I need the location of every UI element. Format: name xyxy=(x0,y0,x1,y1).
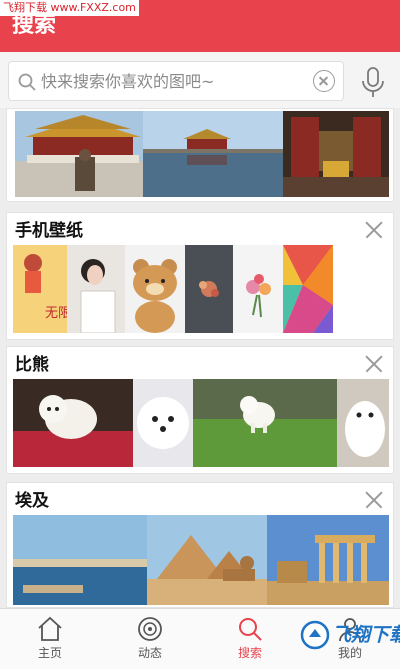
image-wallpaper-polygon[interactable] xyxy=(283,245,333,333)
image-card-partial xyxy=(6,108,394,202)
microphone-icon[interactable] xyxy=(358,66,388,98)
section-card-egypt: 埃及 xyxy=(6,482,394,608)
close-icon[interactable] xyxy=(365,355,383,373)
download-badge: 飞翔下载 xyxy=(300,612,400,656)
image-wallpaper-bear[interactable] xyxy=(125,245,185,333)
image-bichon-grass[interactable] xyxy=(193,379,337,467)
close-icon[interactable] xyxy=(365,491,383,509)
section-title: 比熊 xyxy=(15,355,49,375)
image-egypt-pyramids[interactable] xyxy=(147,515,267,605)
image-palace-hall[interactable] xyxy=(15,111,151,197)
nav-item-search[interactable]: 搜索 xyxy=(200,609,300,669)
nav-label: 动态 xyxy=(137,646,162,660)
clear-icon[interactable] xyxy=(313,70,335,92)
page-title: 搜索 xyxy=(12,13,57,38)
home-icon xyxy=(38,616,62,641)
nav-item-home[interactable]: 主页 xyxy=(0,609,100,669)
close-icon[interactable] xyxy=(365,221,383,239)
search-input[interactable] xyxy=(41,67,303,95)
section-title: 手机壁纸 xyxy=(15,221,83,241)
wallpaper-caption: 无限 xyxy=(45,306,67,321)
section-title: 埃及 xyxy=(15,491,49,511)
image-egypt-coast[interactable] xyxy=(13,515,147,605)
image-egypt-ruins[interactable] xyxy=(267,515,389,605)
nav-label: 搜索 xyxy=(237,646,262,660)
search-box[interactable] xyxy=(8,61,344,101)
section-card-bichon: 比熊 xyxy=(6,346,394,474)
image-throne-room[interactable] xyxy=(283,111,389,197)
image-bichon-red-cloth[interactable] xyxy=(13,379,133,467)
nav-label: 主页 xyxy=(37,646,62,660)
image-wallpaper-bouquet[interactable] xyxy=(233,245,283,333)
image-wallpaper-girl[interactable] xyxy=(67,245,125,333)
image-wallpaper-flower-dark[interactable] xyxy=(185,245,233,333)
image-wallpaper-text[interactable]: 无限 xyxy=(13,245,67,333)
badge-text: 飞翔下载 xyxy=(332,624,400,646)
app-header: 飞翔下载 www.FXXZ.com 搜索 xyxy=(0,0,400,52)
search-icon xyxy=(239,618,262,641)
activity-icon xyxy=(138,617,162,641)
badge-logo-icon xyxy=(300,620,330,650)
image-palace-moat[interactable] xyxy=(143,111,283,197)
search-icon xyxy=(18,73,36,91)
section-card-wallpaper: 手机壁纸 无限 xyxy=(6,212,394,340)
image-bichon-puppy[interactable] xyxy=(337,379,389,467)
nav-item-activity[interactable]: 动态 xyxy=(100,609,200,669)
image-bichon-portrait[interactable] xyxy=(133,379,193,467)
search-bar xyxy=(0,52,400,108)
